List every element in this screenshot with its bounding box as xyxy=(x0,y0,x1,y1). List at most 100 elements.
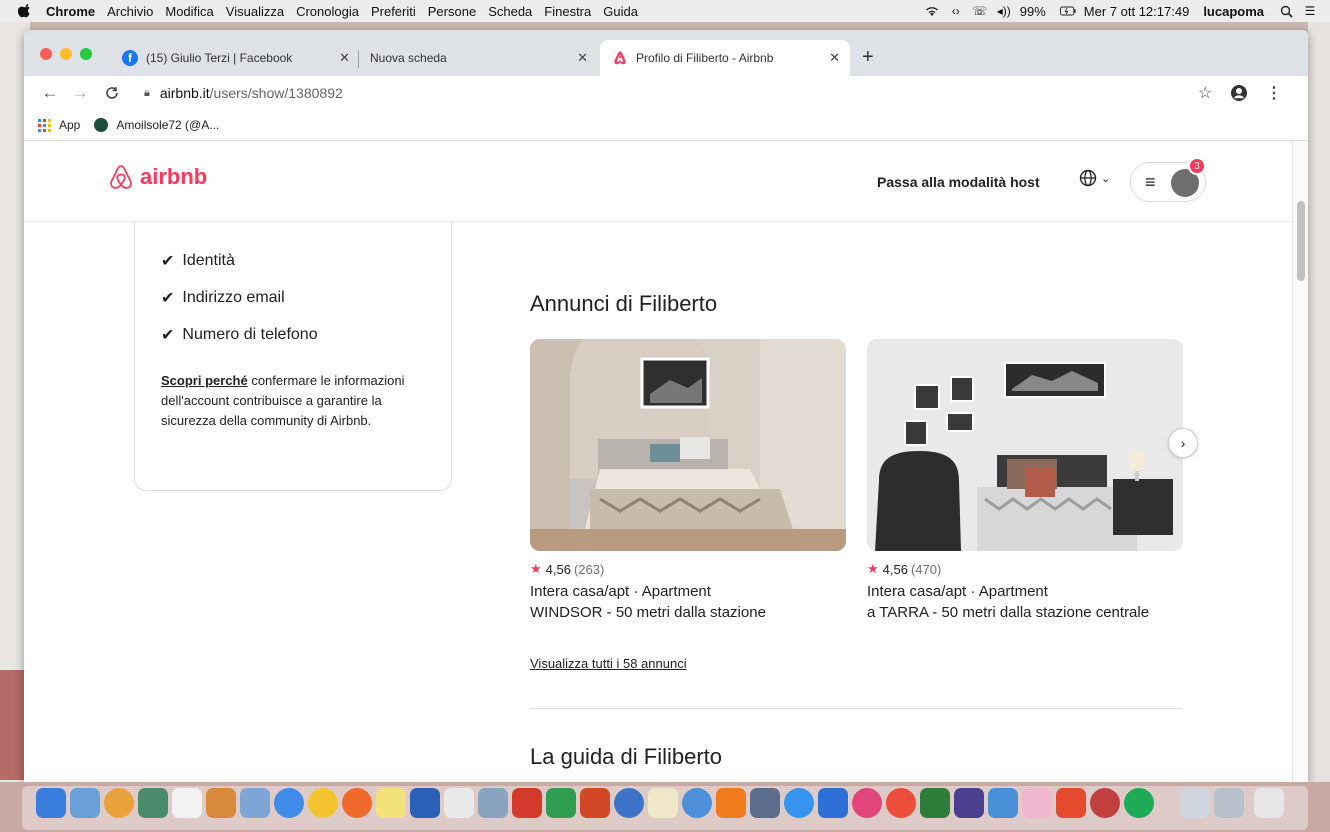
desktop-background-right xyxy=(1308,22,1330,782)
listing-card[interactable]: ★ 4,56 (470) Intera casa/apt · Apartment… xyxy=(867,339,1185,621)
close-window-button[interactable] xyxy=(40,48,52,60)
menu-archivio[interactable]: Archivio xyxy=(107,4,153,19)
reload-icon[interactable] xyxy=(100,76,124,110)
quicktime-icon[interactable] xyxy=(614,788,644,818)
airbnb-logo[interactable]: airbnb xyxy=(108,163,207,191)
tab-airbnb-profile[interactable]: Profilo di Filiberto - Airbnb ✕ xyxy=(600,40,850,76)
listing-title[interactable]: a TARRA - 50 metri dalla stazione centra… xyxy=(867,604,1185,621)
view-all-listings-link[interactable]: Visualizza tutti i 58 annunci xyxy=(530,656,687,671)
app-icon[interactable] xyxy=(750,788,780,818)
app-icon[interactable] xyxy=(138,788,168,818)
checkmark-icon: ✔ xyxy=(161,327,175,344)
excel-icon[interactable] xyxy=(546,788,576,818)
tab-new[interactable]: Nuova scheda ✕ xyxy=(360,40,598,76)
bookmark-star-icon[interactable]: ☆ xyxy=(1198,76,1212,110)
app-icon[interactable] xyxy=(648,788,678,818)
listing-card[interactable]: ★ 4,56 (263) Intera casa/apt · Apartment… xyxy=(530,339,848,621)
folder-icon[interactable] xyxy=(1180,788,1210,818)
folder-icon[interactable] xyxy=(1214,788,1244,818)
notes-icon[interactable] xyxy=(206,788,236,818)
bookmark-apps[interactable]: App xyxy=(38,118,80,132)
word-icon[interactable] xyxy=(410,788,440,818)
app-icon[interactable] xyxy=(954,788,984,818)
why-link[interactable]: Scopri perché xyxy=(161,373,248,388)
bookmark-amoilsole[interactable]: Amoilsole72 (@A... xyxy=(94,118,219,132)
lock-icon[interactable]: 🔒︎ xyxy=(144,87,150,100)
acrobat-icon[interactable] xyxy=(512,788,542,818)
menu-cronologia[interactable]: Cronologia xyxy=(296,4,359,19)
code-brackets-icon[interactable]: ‹› xyxy=(948,4,964,18)
phone-icon[interactable]: ☏ xyxy=(972,4,988,18)
battery-percent: 99% xyxy=(1019,3,1046,19)
spotlight-search-icon[interactable] xyxy=(1278,4,1294,18)
wifi-icon[interactable] xyxy=(924,4,940,18)
photos-icon[interactable] xyxy=(104,788,134,818)
back-arrow-icon[interactable]: ← xyxy=(38,76,62,110)
menu-app-name[interactable]: Chrome xyxy=(46,4,95,19)
calendar-icon[interactable] xyxy=(172,788,202,818)
listing-title[interactable]: WINDSOR - 50 metri dalla stazione xyxy=(530,604,848,621)
apple-icon[interactable] xyxy=(18,4,32,18)
menu-finestra[interactable]: Finestra xyxy=(544,4,591,19)
safari-icon[interactable] xyxy=(274,788,304,818)
close-tab-icon[interactable]: ✕ xyxy=(577,50,588,66)
close-tab-icon[interactable]: ✕ xyxy=(339,50,350,66)
chrome-icon[interactable] xyxy=(308,788,338,818)
battery-icon[interactable] xyxy=(1059,4,1076,18)
scrollbar-thumb[interactable] xyxy=(1297,201,1305,281)
hangouts-icon[interactable] xyxy=(1124,788,1154,818)
close-tab-icon[interactable]: ✕ xyxy=(829,50,840,66)
carousel-next-button[interactable]: › xyxy=(1168,428,1198,458)
menu-scheda[interactable]: Scheda xyxy=(488,4,532,19)
menubar-clock[interactable]: Mer 7 ott 12:17:49 xyxy=(1084,4,1190,19)
user-menu-button[interactable]: ≡ 3 xyxy=(1130,157,1206,202)
guide-title: La guida di Filiberto xyxy=(530,744,723,769)
checkmark-icon: ✔ xyxy=(161,253,175,270)
address-bar[interactable]: 🔒︎ airbnb.it/users/show/1380892 xyxy=(144,80,1224,106)
maximize-window-button[interactable] xyxy=(80,48,92,60)
powerpoint-icon[interactable] xyxy=(580,788,610,818)
language-selector[interactable]: ⌄ xyxy=(1079,169,1110,187)
trash-icon[interactable] xyxy=(1254,788,1284,818)
app-icon[interactable] xyxy=(478,788,508,818)
firefox-icon[interactable] xyxy=(342,788,372,818)
bluetooth-icon[interactable] xyxy=(818,788,848,818)
notification-center-icon[interactable]: ☰ xyxy=(1302,4,1318,18)
menu-guida[interactable]: Guida xyxy=(603,4,638,19)
listing-photo[interactable] xyxy=(867,339,1183,551)
profile-icon[interactable] xyxy=(1230,76,1248,110)
menu-persone[interactable]: Persone xyxy=(428,4,476,19)
app-icon[interactable] xyxy=(886,788,916,818)
app-icon[interactable] xyxy=(1022,788,1052,818)
itunes-icon[interactable] xyxy=(852,788,882,818)
finder-icon[interactable] xyxy=(36,788,66,818)
app-icon[interactable] xyxy=(920,788,950,818)
minimize-window-button[interactable] xyxy=(60,48,72,60)
preview-icon[interactable] xyxy=(70,788,100,818)
stickies-icon[interactable] xyxy=(376,788,406,818)
app-icon[interactable] xyxy=(682,788,712,818)
page-scrollbar[interactable] xyxy=(1292,141,1308,782)
menubar-user[interactable]: lucapoma xyxy=(1203,4,1264,19)
globe-icon xyxy=(1079,169,1097,187)
brand-name: airbnb xyxy=(140,164,208,189)
mail-icon[interactable] xyxy=(240,788,270,818)
menu-visualizza[interactable]: Visualizza xyxy=(226,4,284,19)
app-icon[interactable] xyxy=(988,788,1018,818)
vlc-icon[interactable] xyxy=(716,788,746,818)
forward-arrow-icon[interactable]: → xyxy=(68,76,92,110)
app-icon[interactable] xyxy=(1090,788,1120,818)
textedit-icon[interactable] xyxy=(444,788,474,818)
chrome-menu-icon[interactable]: ⋮ xyxy=(1266,76,1282,110)
new-tab-button[interactable]: + xyxy=(862,46,874,69)
tab-strip: f (15) Giulio Terzi | Facebook ✕ Nuova s… xyxy=(24,30,1308,76)
volume-icon[interactable]: ◂)) xyxy=(996,4,1012,18)
listings-title: Annunci di Filiberto xyxy=(530,291,718,316)
app-icon[interactable] xyxy=(1056,788,1086,818)
host-mode-link[interactable]: Passa alla modalità host xyxy=(877,174,1040,190)
menu-preferiti[interactable]: Preferiti xyxy=(371,4,416,19)
tab-facebook[interactable]: f (15) Giulio Terzi | Facebook ✕ xyxy=(108,40,360,76)
app-store-icon[interactable] xyxy=(784,788,814,818)
listing-photo[interactable] xyxy=(530,339,846,551)
menu-modifica[interactable]: Modifica xyxy=(165,4,213,19)
